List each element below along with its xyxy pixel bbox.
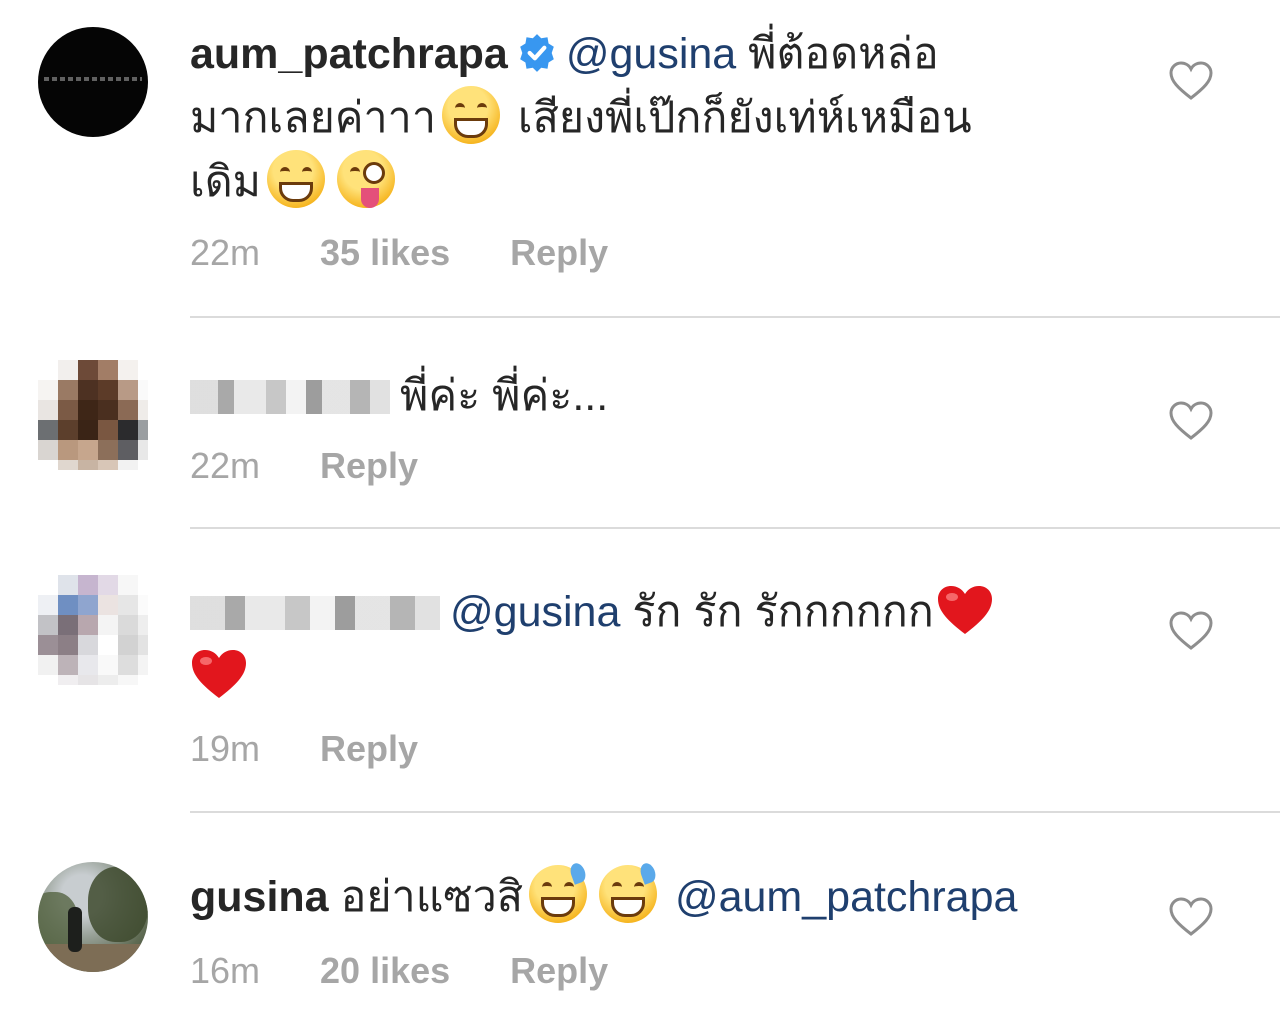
grinning-face-emoji — [266, 150, 325, 208]
avatar[interactable] — [38, 862, 148, 972]
sweat-smile-emoji — [598, 861, 658, 923]
verified-badge-icon — [520, 34, 554, 72]
comment-text: พี่ค่ะ พี่ค่ะ... — [190, 364, 1120, 428]
blurred-username[interactable] — [190, 380, 390, 414]
comment-body: พี่ต้อดหล่อ — [736, 30, 939, 78]
comment-time: 22m — [190, 232, 261, 273]
comment-body-line2b: เสียงพี่เป๊กก็ยังเท่ห์เหมือน — [505, 94, 972, 142]
comment-text: gusina อย่าแซวสิ @aum_patchrapa — [190, 861, 1120, 929]
reply-button[interactable]: Reply — [510, 232, 608, 273]
blurred-username[interactable] — [190, 596, 440, 630]
comment-mention[interactable]: @gusina — [566, 30, 736, 78]
avatar[interactable] — [38, 360, 148, 470]
grinning-face-emoji — [441, 86, 500, 144]
comment-text: @gusina รัก รัก รักกกกกก — [190, 580, 1120, 708]
comment-time: 19m — [190, 728, 261, 769]
comment-meta: 22m Reply — [190, 445, 478, 487]
reply-button[interactable]: Reply — [320, 445, 418, 486]
comment-meta: 19m Reply — [190, 728, 478, 770]
divider — [190, 527, 1280, 529]
comment-meta: 16m 20 likes Reply — [190, 950, 668, 992]
comment-time: 22m — [190, 445, 261, 486]
red-heart-emoji — [937, 586, 992, 634]
comment-body: พี่ค่ะ พี่ค่ะ... — [400, 372, 609, 420]
divider — [190, 316, 1280, 318]
comment-username[interactable]: aum_patchrapa — [190, 30, 508, 78]
avatar[interactable] — [38, 27, 148, 137]
reply-button[interactable]: Reply — [320, 728, 418, 769]
comment-text: aum_patchrapa @gusina พี่ต้อดหล่อ มากเลยค… — [190, 22, 1120, 214]
comment-time: 16m — [190, 950, 261, 991]
comment-likes[interactable]: 35 likes — [320, 232, 450, 273]
winking-face-tongue-emoji — [336, 150, 395, 208]
divider — [190, 811, 1280, 813]
comment-body: อย่าแซวสิ — [328, 873, 523, 921]
reply-button[interactable]: Reply — [510, 950, 608, 991]
comment-username[interactable]: gusina — [190, 873, 329, 921]
comment-body-line2: มากเลยค่าาา — [190, 94, 436, 142]
avatar[interactable] — [38, 575, 148, 685]
comment-mention[interactable]: @aum_patchrapa — [675, 873, 1017, 921]
comment-likes[interactable]: 20 likes — [320, 950, 450, 991]
heart-icon[interactable] — [1168, 610, 1214, 652]
heart-icon[interactable] — [1168, 60, 1214, 102]
comment-body: รัก รัก รักกกกกก — [620, 588, 934, 636]
red-heart-emoji — [192, 650, 246, 698]
comment-meta: 22m 35 likes Reply — [190, 232, 668, 274]
sweat-smile-emoji — [528, 861, 588, 923]
comment-body-line3: เดิม — [190, 158, 261, 206]
comment-mention[interactable]: @gusina — [450, 588, 620, 636]
heart-icon[interactable] — [1168, 896, 1214, 938]
heart-icon[interactable] — [1168, 400, 1214, 442]
